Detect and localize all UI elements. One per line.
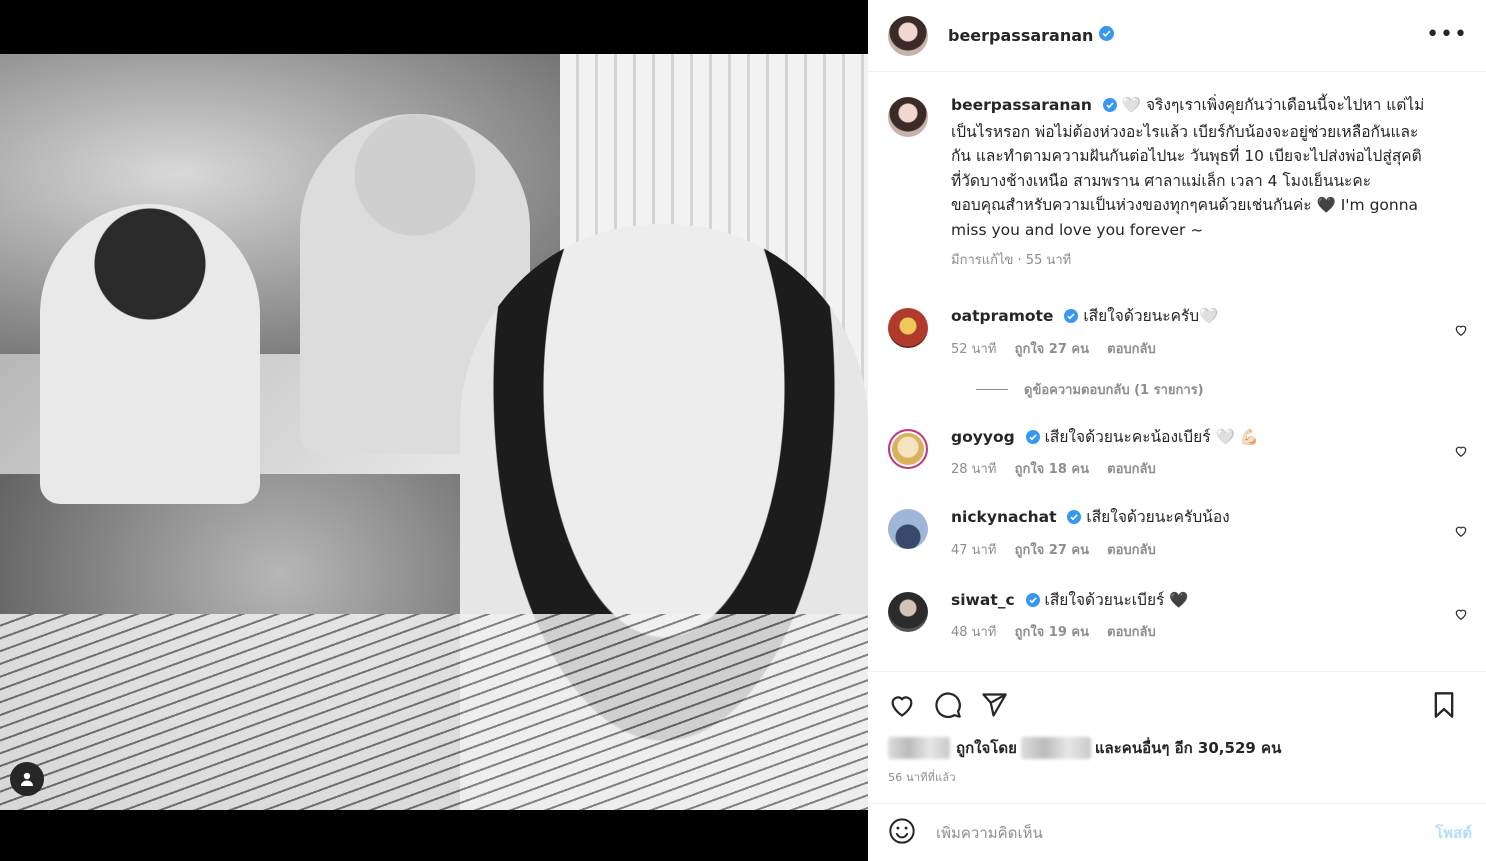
comment-likes[interactable]: ถูกใจ 19 คน xyxy=(1015,625,1089,640)
liker-name[interactable] xyxy=(1020,737,1091,759)
comment-text: เสียใจด้วยนะครับ🤍 xyxy=(1083,307,1219,325)
comment-username[interactable]: nickynachat xyxy=(951,508,1057,526)
post-side-panel: beerpassaranan ••• beerpassaranan 🤍 จริง… xyxy=(868,0,1486,861)
heart-icon[interactable] xyxy=(1454,606,1468,625)
emoji-icon[interactable] xyxy=(888,817,916,849)
user-tag-icon[interactable] xyxy=(10,762,44,796)
comment-icon[interactable] xyxy=(934,691,962,719)
comment-likes[interactable]: ถูกใจ 18 คน xyxy=(1015,462,1089,477)
verified-icon xyxy=(1025,590,1040,615)
avatar[interactable] xyxy=(888,15,928,56)
comment-time[interactable]: 28 นาที xyxy=(951,462,996,477)
comment-time[interactable]: 48 นาที xyxy=(951,625,996,640)
header-username[interactable]: beerpassaranan xyxy=(948,26,1093,45)
heart-icon[interactable] xyxy=(1454,443,1468,462)
caption-edited: มีการแก้ไข · 55 นาที xyxy=(951,253,1072,268)
verified-icon xyxy=(1025,427,1040,452)
verified-icon xyxy=(1067,507,1082,532)
comment-text: เสียใจด้วยนะเบียร์ 🖤 xyxy=(1044,590,1189,609)
comment-item: goyyog เสียใจด้วยนะคะน้องเบียร์ 🤍 💪🏻 28 … xyxy=(888,425,1468,480)
comment-username[interactable]: siwat_c xyxy=(951,591,1015,609)
likes-summary[interactable]: ถูกใจโดย และคนอื่นๆ อีก 30,529 คน xyxy=(888,736,1470,760)
comment-username[interactable]: oatpramote xyxy=(951,307,1053,325)
likes-prefix: ถูกใจโดย xyxy=(956,739,1017,757)
comment-reply-button[interactable]: ตอบกลับ xyxy=(1107,625,1156,640)
photo-person-left xyxy=(40,204,260,504)
verified-icon xyxy=(1099,26,1115,45)
avatar[interactable] xyxy=(888,308,928,348)
comment-text: เสียใจด้วยนะครับน้อง xyxy=(1086,508,1230,526)
comment-time[interactable]: 52 นาที xyxy=(951,342,996,357)
comment-input[interactable] xyxy=(936,823,1436,842)
avatar[interactable] xyxy=(888,428,928,469)
comments-list: beerpassaranan 🤍 จริงๆเราเพิ่งคุยกันว่าเ… xyxy=(868,72,1486,672)
view-replies-button[interactable]: ดูข้อความตอบกลับ (1 รายการ) xyxy=(976,379,1468,400)
photo-striped-shirt xyxy=(0,614,868,810)
comment-likes[interactable]: ถูกใจ 27 คน xyxy=(1015,543,1089,558)
comment-username[interactable]: goyyog xyxy=(951,428,1015,446)
heart-icon[interactable] xyxy=(1454,523,1468,542)
verified-icon xyxy=(1102,95,1117,120)
action-bar xyxy=(888,672,1470,738)
bookmark-icon[interactable] xyxy=(1432,691,1456,723)
avatar[interactable] xyxy=(888,509,928,549)
comment-item: oatpramote เสียใจด้วยนะครับ🤍 52 นาที ถูก… xyxy=(888,304,1468,359)
heart-icon[interactable] xyxy=(888,691,916,719)
comment-reply-button[interactable]: ตอบกลับ xyxy=(1107,462,1156,477)
comment-reply-button[interactable]: ตอบกลับ xyxy=(1107,342,1156,357)
comment-text: เสียใจด้วยนะคะน้องเบียร์ 🤍 💪🏻 xyxy=(1044,427,1260,446)
caption: beerpassaranan 🤍 จริงๆเราเพิ่งคุยกันว่าเ… xyxy=(888,93,1468,270)
post-actions: ถูกใจโดย และคนอื่นๆ อีก 30,529 คน 56 นาท… xyxy=(868,671,1486,786)
caption-text: 🤍 จริงๆเราเพิ่งคุยกันว่าเดือนนี้จะไปหา แ… xyxy=(951,96,1425,239)
share-icon[interactable] xyxy=(980,691,1008,719)
comment-reply-button[interactable]: ตอบกลับ xyxy=(1107,543,1156,558)
post-timestamp[interactable]: 56 นาทีที่แล้ว xyxy=(888,768,1470,786)
more-icon[interactable]: ••• xyxy=(1426,22,1468,47)
comment-likes[interactable]: ถูกใจ 27 คน xyxy=(1015,342,1089,357)
view-replies-line xyxy=(976,388,1008,390)
avatar[interactable] xyxy=(888,97,928,137)
comment-item: siwat_c เสียใจด้วยนะเบียร์ 🖤 48 นาที ถูก… xyxy=(888,588,1468,643)
post-comment-button[interactable]: โพสต์ xyxy=(1435,821,1472,845)
view-replies-label: ดูข้อความตอบกลับ (1 รายการ) xyxy=(1024,382,1204,398)
caption-username[interactable]: beerpassaranan xyxy=(951,96,1092,114)
add-comment-bar: โพสต์ xyxy=(868,803,1486,861)
post-photo[interactable] xyxy=(0,54,868,810)
comment-item: nickynachat เสียใจด้วยนะครับน้อง 47 นาที… xyxy=(888,505,1468,560)
comment-time[interactable]: 47 นาที xyxy=(951,543,996,558)
heart-icon[interactable] xyxy=(1454,322,1468,341)
post-media xyxy=(0,0,868,861)
likes-suffix[interactable]: และคนอื่นๆ อีก 30,529 คน xyxy=(1095,736,1281,760)
avatar[interactable] xyxy=(888,591,928,632)
post-header: beerpassaranan ••• xyxy=(868,0,1486,72)
liker-avatars xyxy=(888,737,950,759)
verified-icon xyxy=(1064,306,1079,331)
